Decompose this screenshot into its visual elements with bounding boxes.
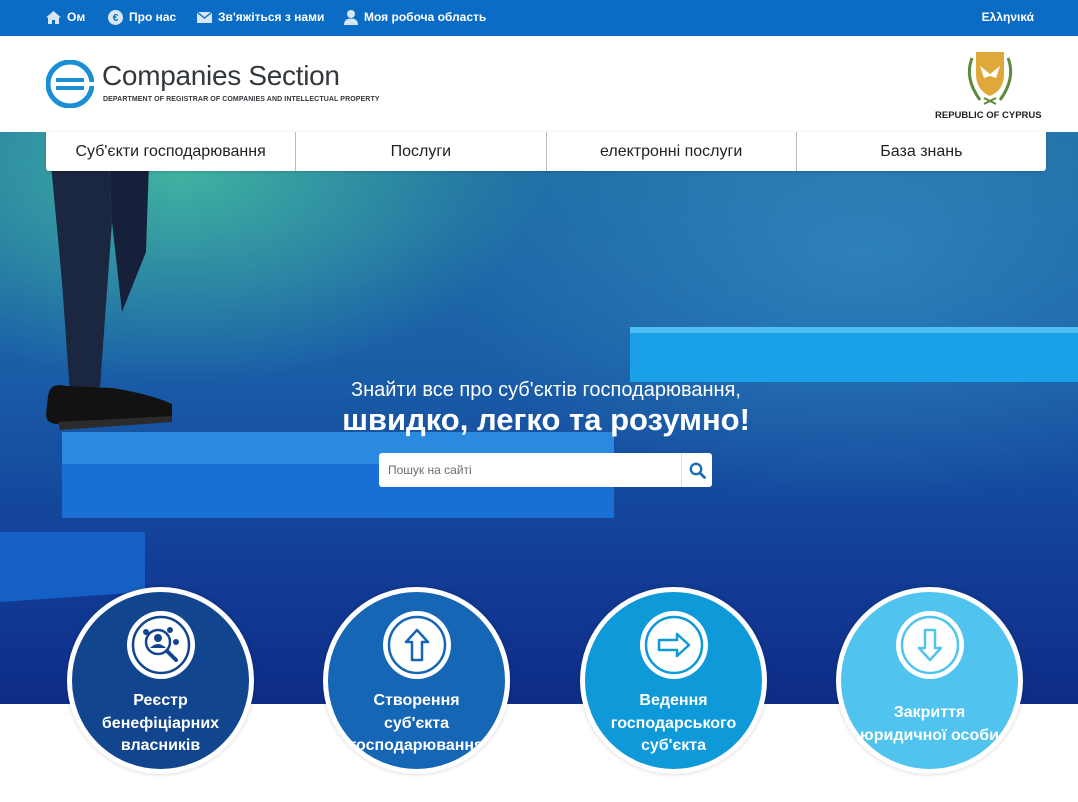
workspace-link[interactable]: Моя робоча область bbox=[344, 8, 486, 26]
circle-label-line: Закриття bbox=[893, 704, 966, 721]
search-icon bbox=[689, 462, 706, 479]
circle-label-line: господарського bbox=[610, 714, 737, 732]
contact-link[interactable]: Зв'яжіться з нами bbox=[197, 8, 324, 26]
circle-label-line: власників bbox=[120, 737, 201, 754]
circle-entity-creation[interactable]: Створення суб'єкта господарювання bbox=[323, 587, 510, 774]
workspace-label: Моя робоча область bbox=[364, 10, 487, 24]
circle-label: Ведення господарського суб'єкта bbox=[585, 690, 762, 758]
circle-label-line: юридичної особи bbox=[860, 726, 999, 744]
circle-label-line: суб'єкта bbox=[640, 737, 707, 754]
logo-title: Companies Section bbox=[102, 60, 340, 91]
cyprus-emblem-icon bbox=[967, 52, 1013, 105]
home-link[interactable]: Ом bbox=[46, 8, 85, 26]
envelope-icon bbox=[197, 11, 212, 23]
arrow-down-icon bbox=[895, 611, 964, 679]
search-input[interactable] bbox=[379, 453, 681, 487]
user-icon bbox=[344, 9, 358, 25]
language-switch[interactable]: Ελληνικά bbox=[982, 8, 1034, 26]
nav-item-e-services[interactable]: електронні послуги bbox=[547, 132, 797, 171]
nav-item-entities[interactable]: Суб'єкти господарювання bbox=[46, 132, 297, 171]
companies-logo-icon[interactable] bbox=[46, 60, 94, 108]
circle-label: Реєстр бенефіціарних власників bbox=[72, 690, 249, 758]
about-link[interactable]: € Про нас bbox=[108, 8, 176, 26]
nav-item-services[interactable]: Послуги bbox=[296, 132, 547, 171]
main-nav: Суб'єкти господарювання Послуги електрон… bbox=[46, 132, 1046, 171]
circle-label: Закриття юридичної особи bbox=[841, 702, 1018, 747]
site-header: Companies Section DEPARTMENT OF REGISTRA… bbox=[0, 36, 1078, 132]
logo-subtitle: DEPARTMENT OF REGISTRAR OF COMPANIES AND… bbox=[103, 96, 380, 103]
circle-label-line: Реєстр bbox=[133, 692, 188, 709]
home-label: Ом bbox=[67, 10, 86, 24]
svg-text:€: € bbox=[113, 13, 119, 24]
home-icon bbox=[46, 10, 61, 24]
euro-circle-icon: € bbox=[108, 9, 123, 25]
circle-legal-entity-closure[interactable]: Закриття юридичної особи bbox=[836, 587, 1023, 774]
emblem-caption: REPUBLIC OF CYPRUS bbox=[935, 110, 1042, 121]
arrow-right-icon bbox=[639, 611, 708, 679]
about-label: Про нас bbox=[129, 10, 177, 24]
circle-label-line: бенефіціарних bbox=[101, 714, 220, 732]
nav-item-knowledge-base[interactable]: База знань bbox=[797, 132, 1046, 171]
circle-label-line: Створення bbox=[373, 692, 460, 709]
top-utility-bar: Ом € Про нас Зв'яжіться з нами Моя робоч… bbox=[0, 0, 1078, 36]
people-search-icon bbox=[126, 611, 195, 679]
circle-label-line: господарювання bbox=[349, 737, 484, 754]
hero-tagline: Знайти все про суб'єктів господарювання, bbox=[351, 379, 741, 401]
circle-label: Створення суб'єкта господарювання bbox=[328, 690, 505, 758]
search-button[interactable] bbox=[681, 453, 712, 487]
circle-label-line: Ведення bbox=[639, 692, 708, 709]
arrow-up-icon bbox=[382, 611, 451, 679]
circle-label-line: суб'єкта bbox=[383, 714, 450, 732]
hero-headline: швидко, легко та розумно! bbox=[342, 402, 750, 437]
circle-beneficial-owners-register[interactable]: Реєстр бенефіціарних власників bbox=[67, 587, 254, 774]
contact-label: Зв'яжіться з нами bbox=[218, 10, 325, 24]
circle-entity-management[interactable]: Ведення господарського суб'єкта bbox=[580, 587, 767, 774]
site-search bbox=[379, 453, 712, 487]
